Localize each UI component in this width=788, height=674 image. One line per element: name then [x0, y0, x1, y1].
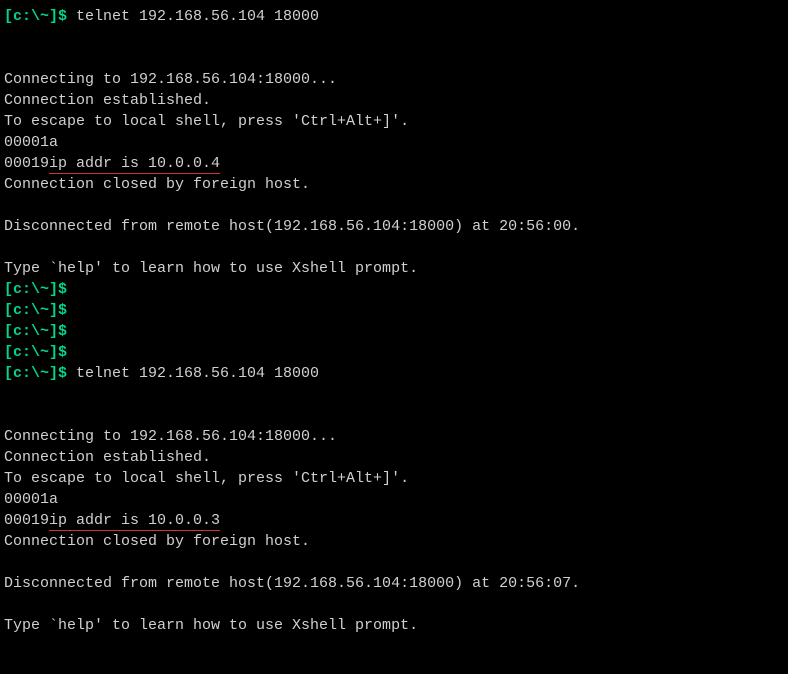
established-line: Connection established. [4, 447, 784, 468]
closed-line: Connection closed by foreign host. [4, 174, 784, 195]
closed-line: Connection closed by foreign host. [4, 531, 784, 552]
shell-prompt: [c:\~]$ [4, 323, 67, 340]
terminal-output: [c:\~]$ telnet 192.168.56.104 18000 Conn… [4, 6, 784, 636]
disconnected-line: Disconnected from remote host(192.168.56… [4, 216, 784, 237]
blank-line [4, 237, 784, 258]
empty-prompt-line[interactable]: [c:\~]$ [4, 342, 784, 363]
ip-highlight: ip addr is 10.0.0.4 [49, 155, 220, 174]
ip-highlight: ip addr is 10.0.0.3 [49, 512, 220, 531]
empty-prompt-line[interactable]: [c:\~]$ [4, 300, 784, 321]
blank-line [4, 27, 784, 48]
escape-line: To escape to local shell, press 'Ctrl+Al… [4, 111, 784, 132]
ip-line: 00019ip addr is 10.0.0.4 [4, 153, 784, 174]
connecting-line: Connecting to 192.168.56.104:18000... [4, 426, 784, 447]
blank-line [4, 48, 784, 69]
shell-prompt: [c:\~]$ [4, 8, 76, 25]
connecting-line: Connecting to 192.168.56.104:18000... [4, 69, 784, 90]
help-line: Type `help' to learn how to use Xshell p… [4, 615, 784, 636]
cmd-line: [c:\~]$ telnet 192.168.56.104 18000 [4, 363, 784, 384]
empty-prompt-line[interactable]: [c:\~]$ [4, 321, 784, 342]
ip-prefix: 00019 [4, 155, 49, 172]
blank-line [4, 552, 784, 573]
ip-prefix: 00019 [4, 512, 49, 529]
shell-prompt: [c:\~]$ [4, 365, 76, 382]
shell-prompt: [c:\~]$ [4, 302, 67, 319]
disconnected-line: Disconnected from remote host(192.168.56… [4, 573, 784, 594]
blank-line [4, 405, 784, 426]
established-line: Connection established. [4, 90, 784, 111]
blank-line [4, 384, 784, 405]
hex-line: 00001a [4, 132, 784, 153]
typed-command: telnet 192.168.56.104 18000 [76, 365, 319, 382]
typed-command: telnet 192.168.56.104 18000 [76, 8, 319, 25]
blank-line [4, 594, 784, 615]
shell-prompt: [c:\~]$ [4, 344, 67, 361]
ip-line: 00019ip addr is 10.0.0.3 [4, 510, 784, 531]
escape-line: To escape to local shell, press 'Ctrl+Al… [4, 468, 784, 489]
help-line: Type `help' to learn how to use Xshell p… [4, 258, 784, 279]
empty-prompt-line[interactable]: [c:\~]$ [4, 279, 784, 300]
hex-line: 00001a [4, 489, 784, 510]
blank-line [4, 195, 784, 216]
cmd-line: [c:\~]$ telnet 192.168.56.104 18000 [4, 6, 784, 27]
shell-prompt: [c:\~]$ [4, 281, 67, 298]
